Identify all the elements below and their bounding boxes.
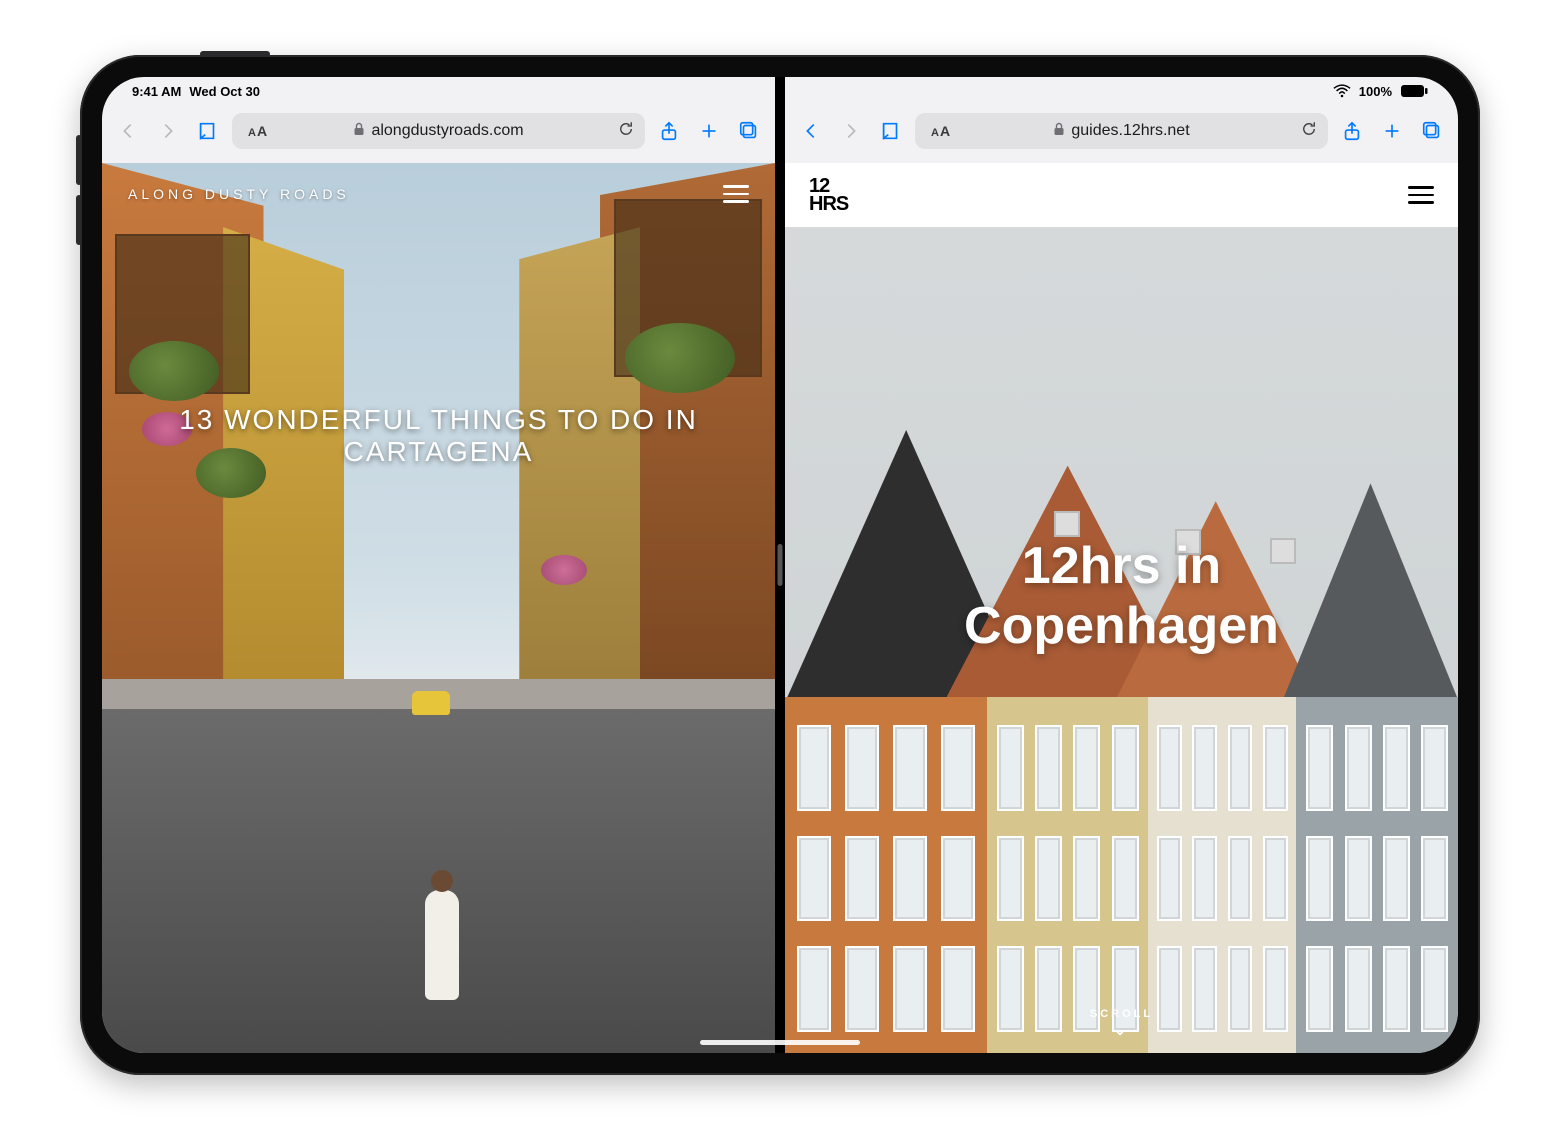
left-page-content[interactable]: ALONG DUSTY ROADS 13 WONDERFUL THINGS TO… [102, 163, 775, 1053]
share-button[interactable] [653, 115, 685, 147]
lock-icon [353, 122, 365, 141]
power-button [200, 51, 270, 57]
back-button[interactable] [112, 115, 144, 147]
address-bar[interactable]: AA guides.12hrs.net [915, 113, 1328, 149]
safari-toolbar-left: AA alongdustyroads.com [102, 77, 775, 163]
address-bar[interactable]: AA alongdustyroads.com [232, 113, 645, 149]
site-logo[interactable]: 12 HRS [809, 177, 848, 213]
bookmarks-button[interactable] [875, 115, 907, 147]
split-view-divider[interactable] [775, 77, 785, 1053]
safari-toolbar-right: AA guides.12hrs.net [785, 77, 1458, 163]
reload-button[interactable] [617, 120, 635, 143]
volume-up-button [76, 135, 82, 185]
hero-title: 13 WONDERFUL THINGS TO DO IN CARTAGENA [102, 404, 775, 468]
url-text: guides.12hrs.net [1071, 122, 1189, 140]
menu-button[interactable] [723, 185, 749, 203]
menu-button[interactable] [1408, 186, 1434, 204]
volume-down-button [76, 195, 82, 245]
bookmarks-button[interactable] [192, 115, 224, 147]
site-header: 12 HRS [785, 163, 1458, 227]
reader-aa-button[interactable]: AA [925, 123, 956, 139]
lock-icon [1053, 122, 1065, 141]
right-pane: AA guides.12hrs.net [785, 77, 1458, 1053]
forward-button[interactable] [152, 115, 184, 147]
hero-title: 12hrs in Copenhagen [785, 537, 1458, 657]
left-pane: AA alongdustyroads.com [102, 77, 775, 1053]
scroll-hint: SCROLL ⌄ [785, 1008, 1458, 1039]
share-button[interactable] [1336, 115, 1368, 147]
screen: 9:41 AM Wed Oct 30 100% [102, 77, 1458, 1053]
reload-button[interactable] [1300, 120, 1318, 143]
scroll-hint-label: SCROLL [1090, 1008, 1153, 1020]
ipad-frame: 9:41 AM Wed Oct 30 100% [80, 55, 1480, 1075]
logo-line2: HRS [809, 195, 848, 213]
url-text: alongdustyroads.com [371, 122, 523, 140]
home-indicator[interactable] [700, 1040, 860, 1045]
new-tab-button[interactable] [1376, 115, 1408, 147]
back-button[interactable] [795, 115, 827, 147]
reader-aa-button[interactable]: AA [242, 123, 273, 139]
forward-button[interactable] [835, 115, 867, 147]
new-tab-button[interactable] [693, 115, 725, 147]
chevron-down-icon: ⌄ [785, 1022, 1458, 1039]
hero-line1: 12hrs in [785, 537, 1458, 597]
hero-line2: Copenhagen [785, 597, 1458, 657]
tabs-button[interactable] [1416, 115, 1448, 147]
site-logo-text[interactable]: ALONG DUSTY ROADS [128, 186, 350, 202]
right-page-content[interactable]: 12 HRS 12hrs in Copenhagen SCROLL ⌄ [785, 163, 1458, 1053]
tabs-button[interactable] [733, 115, 765, 147]
